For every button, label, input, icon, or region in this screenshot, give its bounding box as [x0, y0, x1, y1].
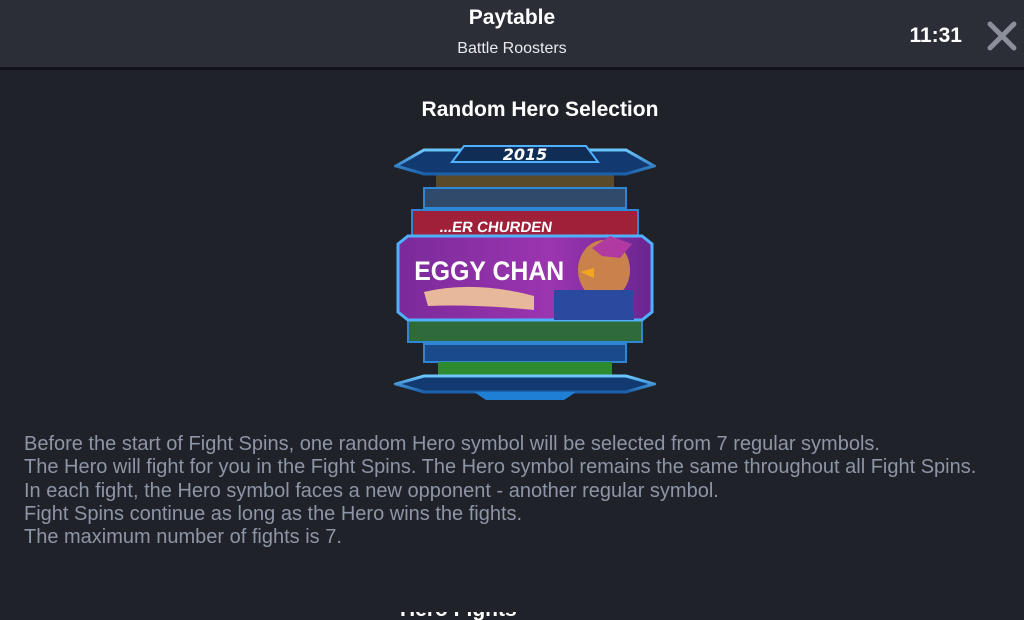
- close-button[interactable]: [982, 16, 1022, 56]
- bottom-frame: [394, 374, 656, 400]
- close-x-icon: [987, 21, 1017, 51]
- description-line: Fight Spins continue as long as the Hero…: [24, 502, 523, 525]
- partial-hero-label: ...ER CHURDEN: [439, 219, 554, 236]
- description: Before the start of Fight Spins, one ran…: [24, 433, 1009, 549]
- selected-hero-label: EGGY CHAN: [414, 257, 564, 286]
- selected-hero-panel: EGGY CHAN: [396, 234, 654, 322]
- description-line: The maximum number of fights is 7.: [24, 526, 342, 549]
- hero-selection-image: ...ER CHURDEN 2015 EGGY CHAN: [394, 145, 656, 400]
- hero-outfit: [554, 290, 634, 320]
- header-bar: Paytable Battle Roosters 11:31: [0, 0, 1024, 70]
- clock: 11:31: [909, 24, 962, 47]
- description-line: In each fight, the Hero symbol faces a n…: [24, 479, 719, 502]
- description-line: The Hero will fight for you in the Fight…: [24, 456, 977, 479]
- section-title: Random Hero Selection: [421, 98, 659, 121]
- header-subtitle: Battle Roosters: [457, 40, 567, 57]
- description-line: Before the start of Fight Spins, one ran…: [24, 433, 880, 455]
- year-label: 2015: [503, 145, 548, 164]
- year-banner: 2015: [394, 145, 656, 176]
- header-title: Paytable: [468, 6, 556, 29]
